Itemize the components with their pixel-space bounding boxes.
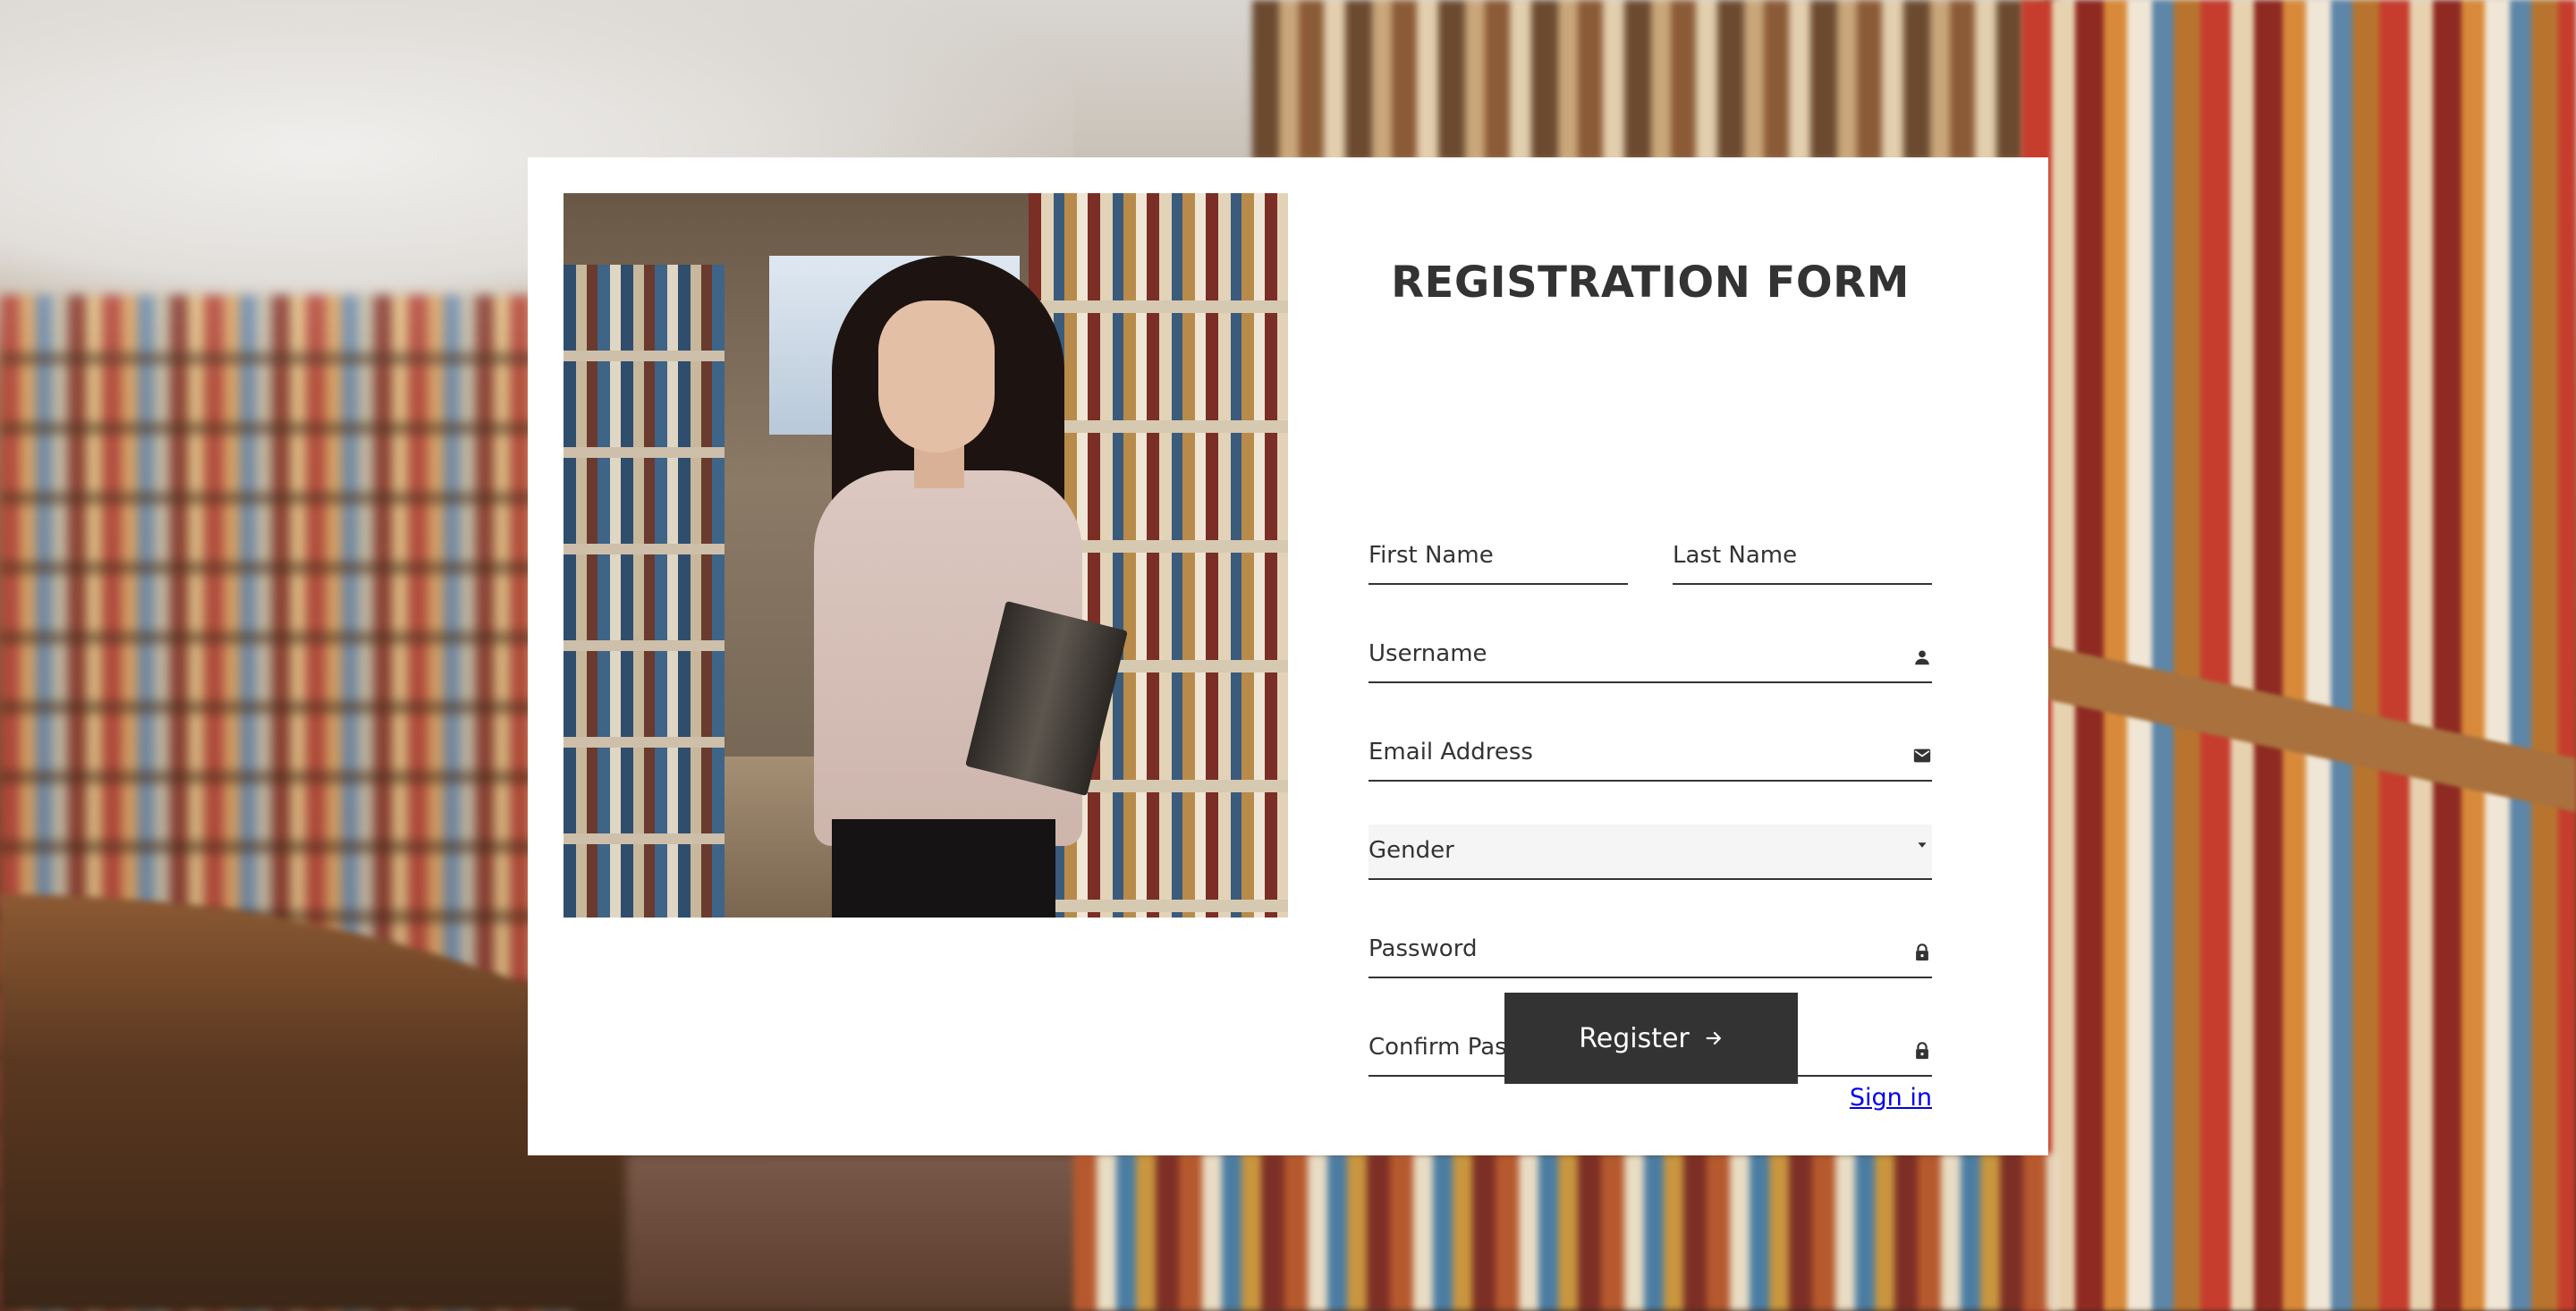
password-placeholder: Password: [1368, 935, 1478, 962]
email-placeholder: Email Address: [1368, 739, 1533, 765]
user-icon: [1915, 650, 1929, 665]
lock-icon: [1916, 1042, 1928, 1060]
last-name-input[interactable]: Last Name: [1673, 529, 1932, 585]
photo-pants: [832, 819, 1055, 918]
background-bookshelf-bottom: [1073, 1154, 2057, 1311]
mail-icon: [1913, 749, 1931, 763]
username-input[interactable]: Username: [1368, 628, 1932, 683]
background-bookshelf-top: [1252, 0, 2057, 161]
lock-icon: [1916, 943, 1928, 961]
arrow-right-icon: [1706, 1031, 1721, 1045]
password-input[interactable]: Password: [1368, 923, 1932, 978]
register-button[interactable]: Register: [1504, 993, 1798, 1084]
student-photo: [564, 193, 1288, 918]
email-input[interactable]: Email Address: [1368, 726, 1932, 782]
register-button-label: Register: [1579, 1022, 1690, 1054]
first-name-input[interactable]: First Name: [1368, 529, 1628, 585]
sign-in-link[interactable]: Sign in: [1850, 1084, 1932, 1112]
registration-card: REGISTRATION FORM First Name Last Name U…: [528, 157, 2048, 1155]
gender-selected-value: Gender: [1368, 837, 1454, 864]
username-placeholder: Username: [1368, 640, 1487, 667]
gender-select[interactable]: Gender: [1368, 825, 1932, 880]
caret-down-icon: [1918, 842, 1927, 848]
first-name-placeholder: First Name: [1368, 542, 1494, 569]
photo-face: [878, 300, 995, 453]
last-name-placeholder: Last Name: [1673, 542, 1798, 569]
form-title: REGISTRATION FORM: [1391, 258, 1910, 308]
photo-bookshelf-left: [564, 265, 724, 918]
background-bookshelf-right: [2021, 0, 2576, 1311]
